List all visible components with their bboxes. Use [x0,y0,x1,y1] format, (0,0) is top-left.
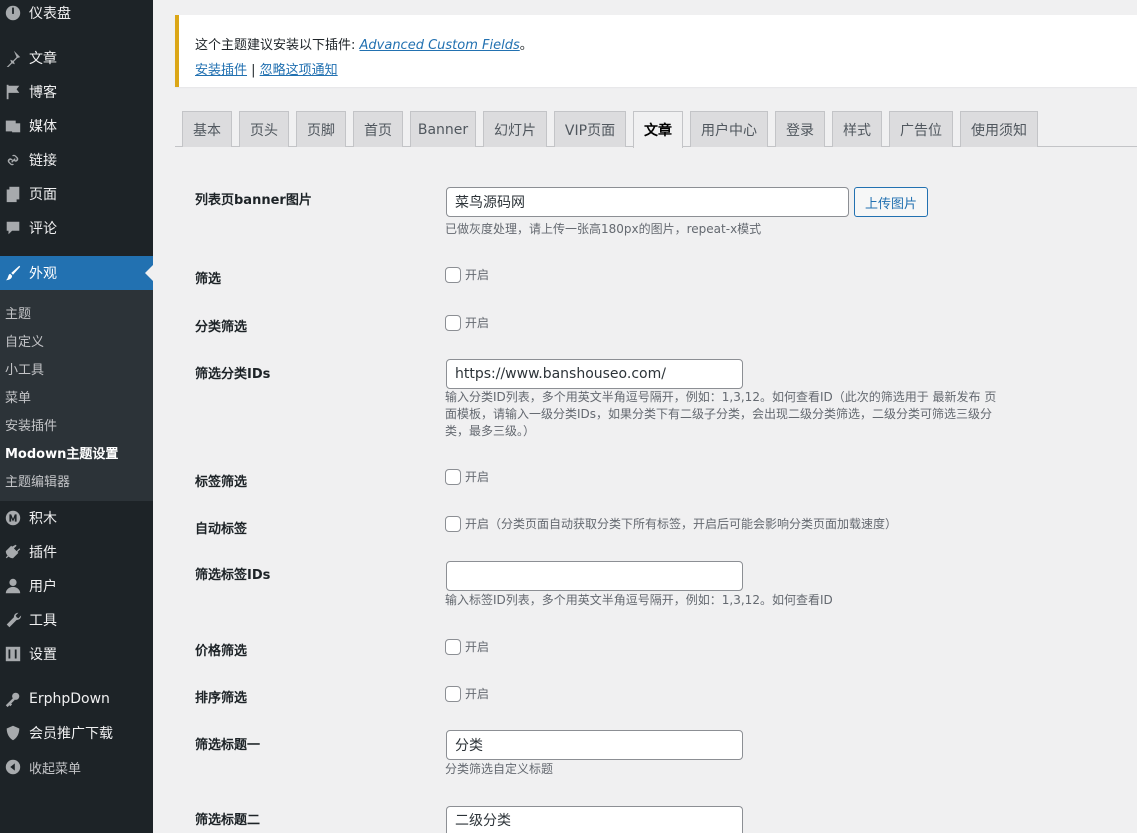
submenu-item-theme-editor[interactable]: 主题编辑器 [5,471,70,490]
tab-notice[interactable]: 使用须知 [960,111,1038,147]
notice-text: 这个主题建议安装以下插件: [195,38,360,53]
tag-filter-checkbox[interactable] [445,468,461,485]
pin-icon [3,48,23,68]
tab-login[interactable]: 登录 [775,111,825,147]
filter-title2-input[interactable]: 二级分类 [446,806,743,833]
menu-item-erphpdown[interactable]: ErphpDown [0,682,153,716]
submenu-item-install-plugins[interactable]: 安装插件 [5,415,57,434]
wrench-icon [3,610,23,630]
appearance-submenu: 主题 自定义 小工具 菜单 安装插件 Modown主题设置 主题编辑器 [0,290,153,501]
banner-image-label: 列表页banner图片 [195,193,312,208]
tag-ids-desc: 输入标签ID列表，多个用英文半角逗号隔开，例如：1,3,12。如何查看ID [445,593,833,607]
menu-item-appearance[interactable]: 外观 [0,256,153,290]
submenu-item-modown-settings[interactable]: Modown主题设置 [5,443,118,462]
tab-posts[interactable]: 文章 [633,111,683,148]
banner-image-input[interactable]: 菜鸟源码网 [446,187,849,217]
submenu-item-menus[interactable]: 菜单 [5,387,31,406]
dashboard-icon [3,3,23,23]
plugin-notice: 这个主题建议安装以下插件: Advanced Custom Fields。 安装… [175,15,1137,87]
filter-title1-input[interactable]: 分类 [446,730,743,760]
install-plugins-link[interactable]: 安装插件 [195,63,247,78]
category-ids-input[interactable]: https://www.banshouseo.com/ [446,359,743,389]
menu-item-settings[interactable]: 设置 [0,637,153,671]
submenu-item-themes[interactable]: 主题 [5,303,31,322]
tab-user-center[interactable]: 用户中心 [690,111,768,147]
category-ids-label: 筛选分类IDs [195,367,271,382]
filter-checkbox[interactable] [445,266,461,283]
menu-item-blocks[interactable]: 积木 [0,501,153,535]
menu-item-tools[interactable]: 工具 [0,603,153,637]
tab-header[interactable]: 页头 [239,111,289,147]
settings-icon [3,644,23,664]
acf-link[interactable]: Advanced Custom Fields [360,38,520,53]
menu-item-blog[interactable]: 博客 [0,75,153,109]
menu-item-member-download[interactable]: 会员推广下载 [0,716,153,750]
filter-title1-desc: 分类筛选自定义标题 [445,762,554,776]
banner-image-desc: 已做灰度处理，请上传一张高180px的图片，repeat-x模式 [445,222,762,236]
settings-tabs: 基本 页头 页脚 首页 Banner 幻灯片 VIP页面 文章 用户中心 登录 … [175,111,1137,148]
link-icon [3,150,23,170]
comment-icon [3,218,23,238]
tag-ids-input[interactable] [446,561,743,591]
filter-label: 筛选 [195,272,222,287]
dismiss-notice-link[interactable]: 忽略这项通知 [260,63,338,78]
tag-ids-label: 筛选标签IDs [195,568,271,583]
category-filter-label: 分类筛选 [195,320,248,335]
blocks-icon [3,508,23,528]
collapse-menu-button[interactable]: 收起菜单 [0,750,153,784]
tab-slider[interactable]: 幻灯片 [483,111,547,147]
menu-item-users[interactable]: 用户 [0,569,153,603]
menu-item-dashboard[interactable]: 仪表盘 [0,0,153,30]
tab-vip-page[interactable]: VIP页面 [554,111,626,147]
sort-filter-checkbox[interactable] [445,685,461,702]
tab-banner[interactable]: Banner [410,111,476,147]
flag-icon [3,82,23,102]
auto-tag-checkbox[interactable] [445,515,461,532]
sort-filter-label: 排序筛选 [195,691,248,706]
collapse-icon [3,757,23,777]
category-filter-checkbox[interactable] [445,314,461,331]
price-filter-label: 价格筛选 [195,644,248,659]
user-icon [3,576,23,596]
auto-tag-label: 自动标签 [195,522,248,537]
upload-image-button[interactable]: 上传图片 [854,187,928,217]
filter-title1-label: 筛选标题一 [195,738,261,753]
menu-item-links[interactable]: 链接 [0,143,153,177]
category-ids-desc: 输入分类ID列表，多个用英文半角逗号隔开，例如：1,3,12。如何查看ID（此次… [445,390,997,438]
key-icon [3,689,23,709]
tab-home[interactable]: 首页 [353,111,403,147]
brush-icon [3,263,23,283]
menu-item-comments[interactable]: 评论 [0,211,153,245]
menu-item-media[interactable]: 媒体 [0,109,153,143]
media-icon [3,116,23,136]
plugin-icon [3,542,23,562]
submenu-item-widgets[interactable]: 小工具 [5,359,44,378]
shield-icon [3,723,23,743]
menu-item-posts[interactable]: 文章 [0,41,153,75]
menu-item-pages[interactable]: 页面 [0,177,153,211]
tab-footer[interactable]: 页脚 [296,111,346,147]
page-icon [3,184,23,204]
main-content: 这个主题建议安装以下插件: Advanced Custom Fields。 安装… [153,0,1137,833]
tag-filter-label: 标签筛选 [195,475,248,490]
tab-style[interactable]: 样式 [832,111,882,147]
admin-sidebar: 主题 自定义 小工具 菜单 安装插件 Modown主题设置 主题编辑器 仪表盘 … [0,0,153,833]
submenu-item-customize[interactable]: 自定义 [5,331,44,350]
menu-item-plugins[interactable]: 插件 [0,535,153,569]
tab-basic[interactable]: 基本 [182,111,232,147]
filter-title2-label: 筛选标题二 [195,813,261,828]
tab-ads[interactable]: 广告位 [889,111,953,147]
price-filter-checkbox[interactable] [445,638,461,655]
